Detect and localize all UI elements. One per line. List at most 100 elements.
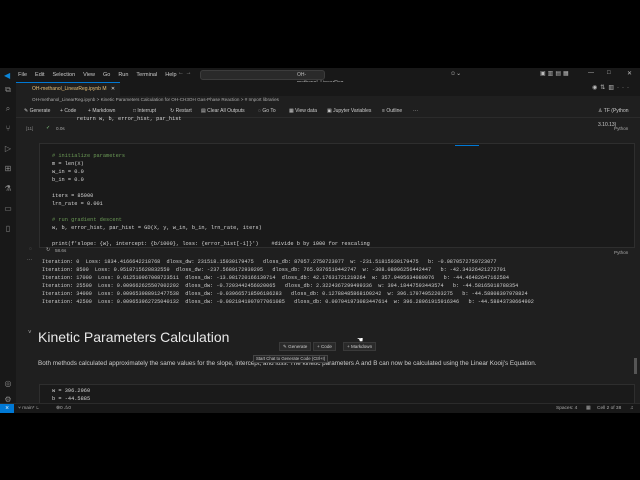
output-more-icon[interactable]: ··· bbox=[27, 257, 32, 263]
code-line: w = 396.2960 bbox=[52, 388, 91, 394]
extensions-icon[interactable]: ⊞ bbox=[3, 164, 13, 174]
output-line: Iteration: 42500 Loss: 0.009653962725040… bbox=[42, 299, 534, 305]
insert-code-label: Code bbox=[320, 344, 332, 349]
run-debug-icon[interactable]: ▷ bbox=[3, 144, 13, 154]
remote-icon[interactable]: ⨯ bbox=[0, 404, 14, 413]
vscode-logo-icon: ◀ bbox=[4, 70, 11, 80]
code-line: # run gradient descent bbox=[52, 217, 122, 223]
search-icon[interactable]: ⌕ bbox=[3, 104, 13, 114]
kernel-status-icon[interactable]: ▦ bbox=[586, 404, 591, 413]
restart-label: Restart bbox=[175, 108, 192, 114]
menu-run[interactable]: Run bbox=[118, 72, 128, 78]
tab-modified-badge: M bbox=[102, 86, 107, 92]
menu-go[interactable]: Go bbox=[103, 72, 110, 78]
more-actions-button[interactable]: ··· bbox=[413, 104, 418, 118]
insert-code-button[interactable]: + Code bbox=[313, 342, 336, 351]
maximize-icon[interactable]: □ bbox=[607, 70, 611, 76]
testing-icon[interactable]: ⚗ bbox=[3, 184, 13, 194]
output-line: Iteration: 17000 Loss: 0.012510967008723… bbox=[42, 275, 509, 281]
title-bar: ◀ File Edit Selection View Go Run Termin… bbox=[0, 68, 640, 86]
collapse-chevron-icon[interactable]: ˅ bbox=[28, 330, 32, 336]
cell1-language[interactable]: Python bbox=[614, 126, 628, 131]
explorer-icon[interactable]: ⧉ bbox=[3, 85, 13, 95]
cell1-exec-time: 0.0s bbox=[56, 126, 65, 131]
cell1-exec-count: [11] bbox=[26, 126, 34, 131]
tooltip: Start Chat to Generate Code (Ctrl+I) bbox=[253, 355, 329, 363]
copilot-icon[interactable]: ☺⌄ bbox=[450, 70, 461, 77]
output-line: Iteration: 34000 Loss: 0.009653988912477… bbox=[42, 291, 528, 297]
menu-view[interactable]: View bbox=[83, 72, 95, 78]
indentation-status[interactable]: Spaces: 4 bbox=[556, 404, 577, 413]
view-data-button[interactable]: ▦ View data bbox=[289, 104, 317, 118]
goto-button[interactable]: ◌ Go To bbox=[258, 104, 276, 118]
vscode-window: ◀ File Edit Selection View Go Run Termin… bbox=[0, 68, 640, 413]
variables-label: Jupyter Variables bbox=[333, 108, 372, 114]
cell-focus-indicator bbox=[455, 145, 479, 146]
clear-outputs-button[interactable]: ▤ Clear All Outputs bbox=[201, 104, 245, 118]
cell3-code[interactable]: w = 396.2960 b = -44.5885 bbox=[52, 387, 90, 403]
tab-close-icon[interactable]: ✕ bbox=[111, 86, 115, 92]
code-line: print(f'slope: {w}, intercept: {b/1000},… bbox=[52, 241, 370, 247]
nav-back-forward-icon[interactable]: ← → bbox=[178, 70, 192, 76]
menu-selection[interactable]: Selection bbox=[53, 72, 76, 78]
breadcrumb-file[interactable]: OH-methanol_LinearReg.ipynb bbox=[32, 97, 95, 102]
cell2-exec-time: 58.6s bbox=[55, 248, 67, 253]
menu-file[interactable]: File bbox=[18, 72, 27, 78]
code-line: m = len(X) bbox=[52, 161, 84, 167]
cell2-code[interactable]: # initialize parameters m = len(X) w_in = … bbox=[52, 152, 370, 248]
minimize-icon[interactable]: — bbox=[588, 70, 594, 76]
jupyter-variables-button[interactable]: ▣ Jupyter Variables bbox=[327, 104, 371, 118]
view-data-label: View data bbox=[295, 108, 317, 114]
interrupt-label: Interrupt bbox=[137, 108, 157, 114]
editor-actions-icons[interactable]: ◉⇅▥··· bbox=[592, 84, 632, 91]
refresh-icon: ↻ bbox=[46, 247, 51, 253]
editor-tabs: OH-methanol_LinearReg.ipynb M ✕ ◉⇅▥··· bbox=[16, 82, 640, 96]
tab-notebook[interactable]: OH-methanol_LinearReg.ipynb M ✕ bbox=[16, 82, 120, 96]
git-branch[interactable]: ⑂ main* ↻ bbox=[18, 404, 39, 413]
code-cell-results[interactable] bbox=[39, 384, 635, 404]
code-line: # initialize parameters bbox=[52, 153, 126, 159]
notebook-icon[interactable]: ▯ bbox=[3, 224, 13, 234]
notifications-bell-icon[interactable]: ♫ bbox=[630, 404, 634, 413]
source-control-icon[interactable]: ⑂ bbox=[3, 124, 13, 134]
breadcrumb: OH-methanol_LinearReg.ipynb > Kinetic Pa… bbox=[32, 97, 279, 102]
problems-indicator[interactable]: ⊗0 ⚠0 bbox=[56, 404, 71, 413]
code-line: iters = 85000 bbox=[52, 193, 94, 199]
code-line: w, b, error_hist, par_hist = GD(X, y, w_… bbox=[52, 225, 262, 231]
code-line: b = -44.5885 bbox=[52, 396, 91, 402]
activity-bar: ⧉ ⌕ ⑂ ▷ ⊞ ⚗ ▭ ▯ ◎ ⚙ bbox=[0, 82, 16, 404]
remote-explorer-icon[interactable]: ▭ bbox=[3, 204, 13, 214]
command-center-search[interactable]: OH-methanol_LinearReg bbox=[200, 70, 343, 86]
code-line: w_in = 0.0 bbox=[52, 169, 84, 175]
cell1-code[interactable]: return w, b, error_hist, par_hist bbox=[64, 116, 182, 122]
menu-edit[interactable]: Edit bbox=[35, 72, 44, 78]
code-label: Code bbox=[64, 108, 77, 114]
scrollbar-thumb[interactable] bbox=[634, 358, 637, 374]
outline-button[interactable]: ≡ Outline bbox=[382, 104, 402, 118]
generate-button[interactable]: ✎ Generate bbox=[24, 104, 50, 118]
warning-count: 0 bbox=[68, 406, 72, 411]
layout-icons[interactable]: ▣▥▤▦ bbox=[540, 70, 571, 77]
output-line: Iteration: 25500 Loss: 0.009662625507002… bbox=[42, 283, 519, 289]
output-line: Iteration: 8500 Loss: 0.9518715628832559… bbox=[42, 267, 506, 273]
section-heading: Kinetic Parameters Calculation bbox=[38, 329, 230, 345]
branch-label: main* bbox=[22, 406, 35, 411]
close-icon[interactable]: ✕ bbox=[627, 70, 632, 77]
menu-terminal[interactable]: Terminal bbox=[136, 72, 157, 78]
mouse-cursor-icon: ☚ bbox=[357, 337, 364, 344]
cell2-output: Iteration: 0 Loss: 1834.4166642218768 dl… bbox=[42, 258, 534, 306]
clear-label: Clear All Outputs bbox=[207, 108, 245, 114]
success-check-icon: ✓ bbox=[46, 125, 51, 131]
kernel-label: TF (Python 3.10.13) bbox=[598, 108, 629, 128]
breadcrumb-section[interactable]: Kinetic Parameters Calculation for OH-CH… bbox=[101, 97, 240, 102]
insert-generate-button[interactable]: ✎ Generate bbox=[279, 342, 312, 351]
menu-help[interactable]: Help bbox=[165, 72, 176, 78]
account-icon[interactable]: ◎ bbox=[3, 379, 13, 389]
cell-run-icon[interactable]: ◌ bbox=[29, 246, 32, 252]
cell-position[interactable]: Cell 2 of 38 bbox=[597, 404, 621, 413]
breadcrumb-cell[interactable]: # Import libraries bbox=[245, 97, 279, 102]
cell2-language[interactable]: Python bbox=[614, 250, 628, 255]
goto-label: Go To bbox=[262, 108, 276, 114]
